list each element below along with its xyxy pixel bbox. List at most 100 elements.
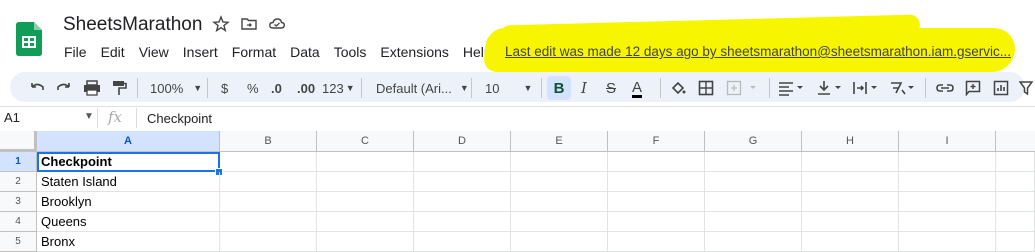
column-header-i[interactable]: I	[899, 131, 996, 152]
text-wrapping-icon[interactable]	[852, 79, 880, 97]
strikethrough-button[interactable]: S	[606, 79, 616, 97]
cell-i1[interactable]	[899, 152, 996, 172]
insert-chart-icon[interactable]	[993, 79, 1009, 97]
print-icon[interactable]	[83, 79, 101, 97]
cell-c4[interactable]	[317, 212, 414, 232]
zoom-select[interactable]: 100% ▼	[150, 79, 202, 97]
increase-decimal-button[interactable]: .00	[297, 79, 315, 97]
cell-e5[interactable]	[511, 232, 608, 252]
cell-e2[interactable]	[511, 172, 608, 192]
cell-f1[interactable]	[608, 152, 705, 172]
cell-h4[interactable]	[802, 212, 899, 232]
cell-h1[interactable]	[802, 152, 899, 172]
filter-icon[interactable]	[1019, 79, 1033, 97]
cell-b3[interactable]	[220, 192, 317, 212]
cell-h5[interactable]	[802, 232, 899, 252]
row-header-5[interactable]: 5	[0, 232, 37, 252]
font-size-select[interactable]: 10 ▼	[485, 79, 532, 97]
star-icon[interactable]	[212, 15, 230, 33]
cell-c3[interactable]	[317, 192, 414, 212]
cell-i5[interactable]	[899, 232, 996, 252]
last-edit-link[interactable]: Last edit was made 12 days ago by sheets…	[505, 44, 1011, 59]
cell-h2[interactable]	[802, 172, 899, 192]
cloud-status-icon[interactable]	[268, 15, 286, 33]
cell-j2[interactable]	[996, 172, 1035, 192]
fill-color-icon[interactable]	[670, 79, 686, 97]
cell-d4[interactable]	[414, 212, 511, 232]
cell-i3[interactable]	[899, 192, 996, 212]
row-header-1[interactable]: 1	[0, 152, 37, 172]
row-header-2[interactable]: 2	[0, 172, 37, 192]
menu-extensions[interactable]: Extensions	[373, 42, 455, 62]
font-family-select[interactable]: Default (Ari... ▼	[376, 79, 469, 97]
more-formats-select[interactable]: 123 ▼	[322, 79, 355, 97]
column-header-d[interactable]: D	[414, 131, 511, 152]
vertical-align-icon[interactable]	[816, 79, 844, 97]
insert-comment-icon[interactable]	[965, 79, 981, 97]
row-header-4[interactable]: 4	[0, 212, 37, 232]
cell-g1[interactable]	[705, 152, 802, 172]
document-title[interactable]: SheetsMarathon	[63, 14, 202, 36]
cell-g3[interactable]	[705, 192, 802, 212]
menu-edit[interactable]: Edit	[94, 42, 132, 62]
menu-view[interactable]: View	[132, 42, 176, 62]
text-color-button[interactable]: A	[632, 79, 643, 98]
formula-input[interactable]: Checkpoint	[147, 111, 212, 126]
row-header-3[interactable]: 3	[0, 192, 37, 212]
undo-icon[interactable]	[28, 79, 46, 97]
percent-format-button[interactable]: %	[247, 79, 259, 97]
paint-format-icon[interactable]	[111, 79, 127, 97]
italic-button[interactable]: I	[581, 79, 587, 97]
cell-j1[interactable]	[996, 152, 1035, 172]
cell-g4[interactable]	[705, 212, 802, 232]
menu-insert[interactable]: Insert	[176, 42, 225, 62]
cell-g5[interactable]	[705, 232, 802, 252]
column-header-a[interactable]: A	[37, 131, 220, 152]
horizontal-align-icon[interactable]	[778, 79, 806, 97]
cell-e3[interactable]	[511, 192, 608, 212]
cell-d1[interactable]	[414, 152, 511, 172]
column-header-c[interactable]: C	[317, 131, 414, 152]
cell-a3[interactable]: Brooklyn	[37, 192, 220, 212]
cell-a2[interactable]: Staten Island	[37, 172, 220, 192]
menu-file[interactable]: File	[57, 42, 94, 62]
column-header-b[interactable]: B	[220, 131, 317, 152]
menu-tools[interactable]: Tools	[327, 42, 374, 62]
cell-b2[interactable]	[220, 172, 317, 192]
cell-c1[interactable]	[317, 152, 414, 172]
cell-b1[interactable]	[220, 152, 317, 172]
borders-icon[interactable]	[698, 79, 714, 97]
cell-g2[interactable]	[705, 172, 802, 192]
column-header-j[interactable]	[996, 131, 1035, 152]
column-header-h[interactable]: H	[802, 131, 899, 152]
name-box-chevron-icon[interactable]: ▼	[84, 111, 94, 122]
cell-d5[interactable]	[414, 232, 511, 252]
cell-c5[interactable]	[317, 232, 414, 252]
redo-icon[interactable]	[55, 79, 73, 97]
cell-f5[interactable]	[608, 232, 705, 252]
name-box[interactable]: A1	[4, 110, 20, 125]
cell-c2[interactable]	[317, 172, 414, 192]
cell-f3[interactable]	[608, 192, 705, 212]
cell-a5[interactable]: Bronx	[37, 232, 220, 252]
cell-d3[interactable]	[414, 192, 511, 212]
cell-b5[interactable]	[220, 232, 317, 252]
currency-format-button[interactable]: $	[221, 79, 228, 97]
column-header-f[interactable]: F	[608, 131, 705, 152]
select-all-corner[interactable]	[0, 131, 37, 152]
cell-b4[interactable]	[220, 212, 317, 232]
cell-e4[interactable]	[511, 212, 608, 232]
text-rotation-icon[interactable]	[889, 79, 917, 97]
cell-a1[interactable]: Checkpoint	[37, 152, 220, 172]
insert-link-icon[interactable]	[936, 79, 954, 97]
bold-button[interactable]: B	[547, 76, 571, 100]
cell-f2[interactable]	[608, 172, 705, 192]
cell-a4[interactable]: Queens	[37, 212, 220, 232]
move-folder-icon[interactable]	[240, 15, 258, 33]
decrease-decimal-button[interactable]: .0	[271, 79, 282, 97]
cell-j5[interactable]	[996, 232, 1035, 252]
column-header-e[interactable]: E	[511, 131, 608, 152]
cell-d2[interactable]	[414, 172, 511, 192]
cell-f4[interactable]	[608, 212, 705, 232]
cell-h3[interactable]	[802, 192, 899, 212]
